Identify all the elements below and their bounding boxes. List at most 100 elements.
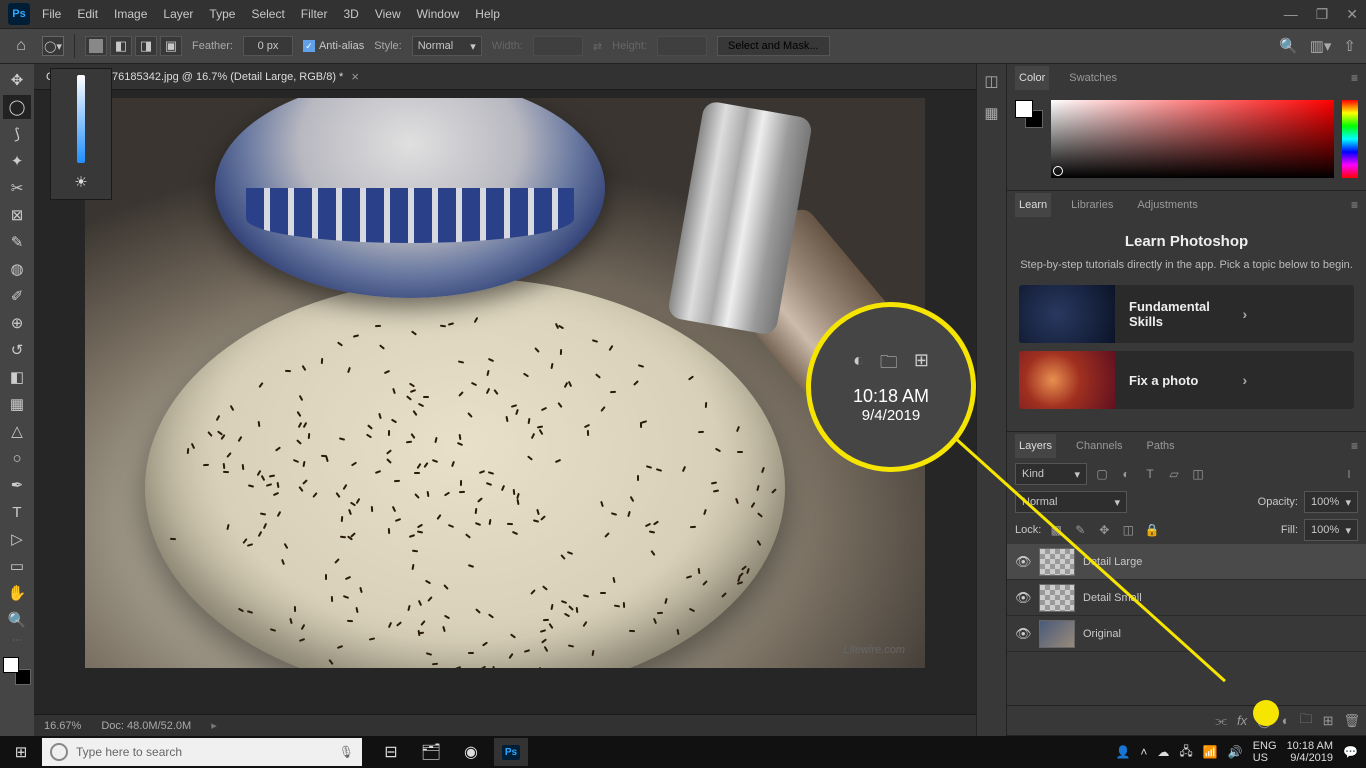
layer-fx-icon[interactable]: fx [1237,713,1247,728]
brush-tool-icon[interactable]: ✐ [3,284,31,308]
eyedropper-tool-icon[interactable]: ✎ [3,230,31,254]
move-tool-icon[interactable]: ✥ [3,68,31,92]
filter-pixel-icon[interactable]: ▢ [1093,465,1111,483]
adjustment-layer-icon[interactable]: ◐ [1282,713,1290,728]
tab-swatches[interactable]: Swatches [1065,66,1121,90]
add-selection-icon[interactable]: ◧ [110,36,132,56]
visibility-icon[interactable]: 👁 [1015,590,1031,606]
marquee-tool-icon[interactable]: ◯ [3,95,31,119]
opacity-input[interactable]: 100%▾ [1304,491,1358,513]
tray-expand-icon[interactable]: ˄ [1140,745,1147,759]
arrange-icon[interactable]: ▥▾ [1310,37,1332,55]
eraser-tool-icon[interactable]: ◧ [3,365,31,389]
intersect-selection-icon[interactable]: ▣ [160,36,182,56]
frame-tool-icon[interactable]: ⊠ [3,203,31,227]
blend-mode-dropdown[interactable]: Normal▾ [1015,491,1127,513]
chrome-icon[interactable]: ◉ [454,738,488,766]
taskbar-search[interactable]: Type here to search 🎙 [42,738,362,766]
task-view-icon[interactable]: ⊟ [374,738,408,766]
volume-icon[interactable]: 🔊 [1228,745,1243,759]
color-fgbg[interactable] [1015,100,1043,128]
layer-row[interactable]: 👁Detail Small [1007,580,1366,616]
gradient-tool-icon[interactable]: ▦ [3,392,31,416]
antialias-checkbox[interactable]: ✓Anti-alias [303,40,364,53]
menu-edit[interactable]: Edit [77,7,98,21]
panel-menu-icon[interactable]: ≡ [1351,198,1358,212]
tab-libraries[interactable]: Libraries [1067,193,1117,217]
start-button[interactable]: ⊞ [0,736,42,768]
hue-slider[interactable] [1342,100,1358,178]
brightness-slider-popup[interactable]: ☀ [50,68,112,200]
foreground-background-colors[interactable] [3,657,31,685]
history-brush-icon[interactable]: ↺ [3,338,31,362]
menu-view[interactable]: View [375,7,401,21]
filter-toggle-icon[interactable]: ⏽ [1340,465,1358,483]
filter-type-icon[interactable]: T [1141,465,1159,483]
filter-smart-icon[interactable]: ◫ [1189,465,1207,483]
lock-artboard-icon[interactable]: ◫ [1119,521,1137,539]
share-icon[interactable]: ⇧ [1343,37,1356,55]
style-dropdown[interactable]: Normal▾ [412,36,482,56]
tab-color[interactable]: Color [1015,66,1049,90]
notifications-icon[interactable]: 💬 [1343,745,1358,759]
tab-adjustments[interactable]: Adjustments [1133,193,1202,217]
visibility-icon[interactable]: 👁 [1015,554,1031,570]
lasso-tool-icon[interactable]: ⟆ [3,122,31,146]
type-tool-icon[interactable]: T [3,500,31,524]
tab-learn[interactable]: Learn [1015,193,1051,217]
photoshop-taskbar-icon[interactable]: Ps [494,738,528,766]
tab-channels[interactable]: Channels [1072,434,1126,458]
clock[interactable]: 10:18 AM9/4/2019 [1287,740,1333,764]
delete-layer-icon[interactable]: 🗑 [1343,713,1360,729]
blur-tool-icon[interactable]: △ [3,419,31,443]
panel-menu-icon[interactable]: ≡ [1351,439,1358,453]
layer-row[interactable]: 👁Detail Large [1007,544,1366,580]
close-tab-icon[interactable]: × [351,69,359,84]
learn-card-fundamental[interactable]: Fundamental Skills› [1019,285,1354,343]
mic-icon[interactable]: 🎙 [339,745,354,759]
new-layer-icon[interactable]: ⊞ [1323,713,1334,729]
tab-layers[interactable]: Layers [1015,434,1056,458]
path-select-icon[interactable]: ▷ [3,527,31,551]
menu-window[interactable]: Window [417,7,460,21]
close-icon[interactable]: ✕ [1346,6,1358,23]
link-layers-icon[interactable]: ⫘ [1215,713,1227,729]
filter-shape-icon[interactable]: ▱ [1165,465,1183,483]
restore-icon[interactable]: ❐ [1316,6,1329,23]
tool-preset-icon[interactable]: ◯▾ [42,36,64,56]
menu-image[interactable]: Image [114,7,147,21]
clone-tool-icon[interactable]: ⊕ [3,311,31,335]
network-icon[interactable]: 🖧 [1179,742,1192,763]
wifi-icon[interactable]: 📶 [1203,745,1218,759]
new-group-icon[interactable]: 🗀 [1300,710,1313,732]
fill-input[interactable]: 100%▾ [1304,519,1358,541]
feather-input[interactable] [243,36,293,56]
lock-pos-icon[interactable]: ✥ [1095,521,1113,539]
panel-menu-icon[interactable]: ≡ [1351,71,1358,85]
rectangle-tool-icon[interactable]: ▭ [3,554,31,578]
dodge-tool-icon[interactable]: ○ [3,446,31,470]
menu-3d[interactable]: 3D [343,7,358,21]
filter-adjust-icon[interactable]: ◐ [1117,465,1135,483]
healing-tool-icon[interactable]: ◍ [3,257,31,281]
menu-type[interactable]: Type [209,7,235,21]
onedrive-icon[interactable]: ☁ [1157,745,1169,759]
menu-layer[interactable]: Layer [163,7,193,21]
properties-panel-icon[interactable]: ▦ [984,104,998,122]
history-panel-icon[interactable]: ◫ [984,72,998,90]
lock-all-icon[interactable]: 🔒 [1143,521,1161,539]
home-icon[interactable]: ⌂ [10,35,32,57]
visibility-icon[interactable]: 👁 [1015,626,1031,642]
zoom-tool-icon[interactable]: 🔍 [3,608,31,632]
minimize-icon[interactable]: — [1284,6,1298,23]
menu-filter[interactable]: Filter [301,7,328,21]
select-and-mask-button[interactable]: Select and Mask... [717,36,830,56]
people-icon[interactable]: 👤 [1115,745,1130,759]
layer-filter-kind[interactable]: Kind▾ [1015,463,1087,485]
subtract-selection-icon[interactable]: ◨ [135,36,157,56]
lock-image-icon[interactable]: ✎ [1071,521,1089,539]
search-icon[interactable]: 🔍 [1279,37,1298,55]
document-tab[interactable]: GettyImages-76185342.jpg @ 16.7% (Detail… [34,64,976,90]
quick-select-tool-icon[interactable]: ✦ [3,149,31,173]
language-indicator[interactable]: ENGUS [1253,740,1277,764]
